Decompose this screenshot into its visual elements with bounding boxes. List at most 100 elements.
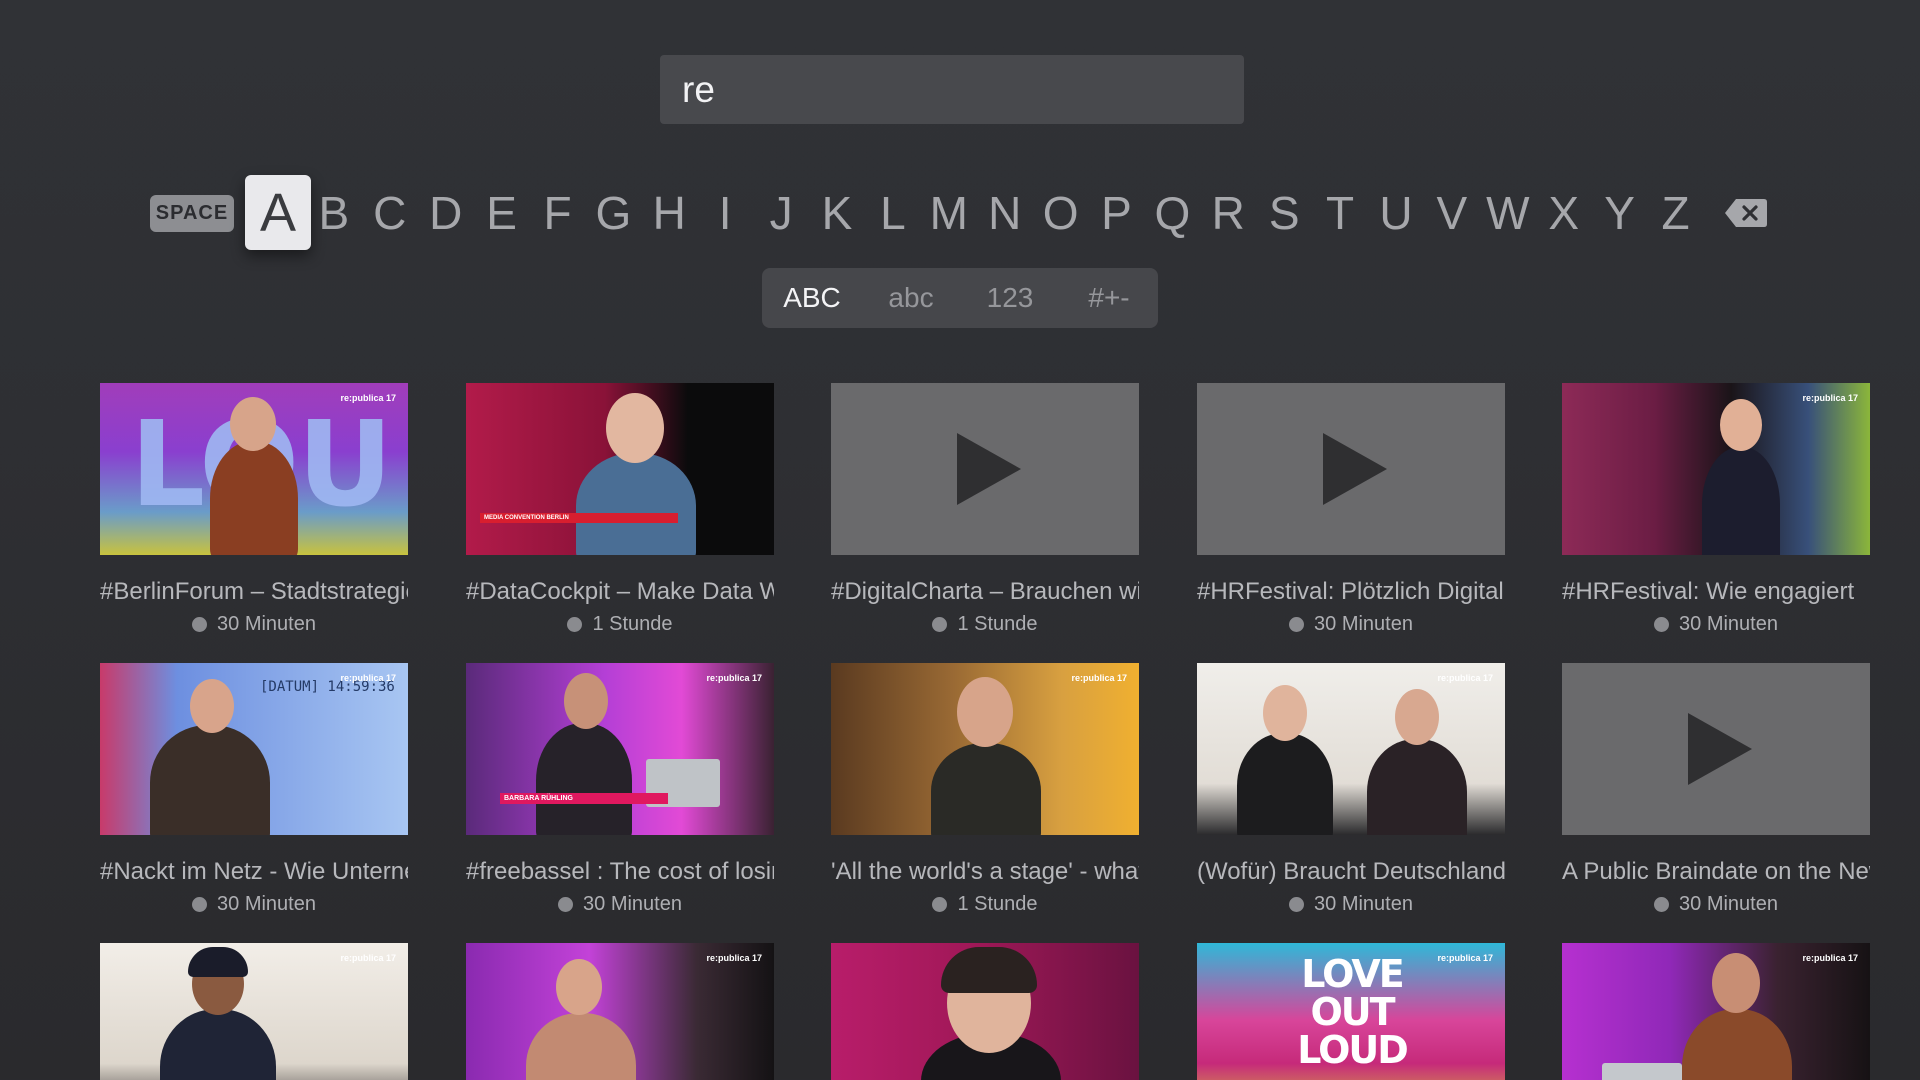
- key-t[interactable]: T: [1312, 175, 1368, 250]
- status-dot-icon: [558, 897, 574, 912]
- key-m[interactable]: M: [921, 175, 977, 250]
- key-c[interactable]: C: [362, 175, 418, 250]
- key-f[interactable]: F: [530, 175, 586, 250]
- status-dot-icon: [567, 617, 583, 632]
- republica-logo: re:publica 17: [1437, 673, 1493, 683]
- key-l[interactable]: L: [865, 175, 921, 250]
- key-v[interactable]: V: [1424, 175, 1480, 250]
- play-icon: [957, 433, 1021, 505]
- result-title: #Nackt im Netz - Wie Unternehmen: [100, 858, 408, 885]
- status-dot-icon: [1654, 897, 1670, 912]
- space-key[interactable]: SPACE: [150, 195, 234, 232]
- thumbnail-placeholder: [1562, 663, 1870, 835]
- key-q[interactable]: Q: [1144, 175, 1200, 250]
- key-i[interactable]: I: [697, 175, 753, 250]
- result-duration: 30 Minuten: [1314, 893, 1413, 915]
- status-dot-icon: [1654, 617, 1670, 632]
- status-dot-icon: [932, 897, 948, 912]
- onscreen-keyboard: SPACE ABCDEFGHIJKLMNOPQRSTUVWXYZ: [150, 175, 1770, 250]
- result-duration: 1 Stunde: [957, 613, 1038, 635]
- thumbnail-image: [831, 943, 1139, 1080]
- key-y[interactable]: Y: [1592, 175, 1648, 250]
- result-meta: 30 Minuten: [1197, 893, 1505, 916]
- thumbnail-image: re:publica 17: [1562, 943, 1870, 1080]
- key-b[interactable]: B: [306, 175, 362, 250]
- status-dot-icon: [1289, 897, 1305, 912]
- key-s[interactable]: S: [1256, 175, 1312, 250]
- key-k[interactable]: K: [809, 175, 865, 250]
- status-dot-icon: [932, 617, 948, 632]
- result-duration: 30 Minuten: [1314, 613, 1413, 635]
- republica-logo: re:publica 17: [706, 953, 762, 963]
- result-meta: 1 Stunde: [831, 893, 1139, 916]
- result-duration: 30 Minuten: [217, 613, 316, 635]
- result-meta: 1 Stunde: [466, 613, 774, 636]
- key-j[interactable]: J: [753, 175, 809, 250]
- result-duration: 1 Stunde: [592, 613, 673, 635]
- key-u[interactable]: U: [1368, 175, 1424, 250]
- thumbnail-image: re:publica 17: [1197, 663, 1505, 835]
- result-title: 'All the world's a stage' - what: [831, 858, 1139, 885]
- search-query-text: re: [682, 68, 715, 110]
- thumbnail-image: LOUre:publica 17: [100, 383, 408, 555]
- result-meta: 1 Stunde: [831, 613, 1139, 636]
- result-title: #freebassel : The cost of losing: [466, 858, 774, 885]
- key-g[interactable]: G: [585, 175, 641, 250]
- result-duration: 1 Stunde: [957, 893, 1038, 915]
- delete-icon[interactable]: [1724, 197, 1768, 229]
- result-title: #HRFestival: Plötzlich Digital: [1197, 578, 1504, 605]
- thumbnail-placeholder: [1197, 383, 1505, 555]
- status-dot-icon: [192, 897, 208, 912]
- key-z[interactable]: Z: [1648, 175, 1704, 250]
- thumbnail-image: re:publica 17: [100, 943, 408, 1080]
- thumbnail-image: re:publica 17: [831, 663, 1139, 835]
- result-title: (Wofür) Braucht Deutschland: [1197, 858, 1505, 885]
- result-meta: 30 Minuten: [466, 893, 774, 916]
- key-w[interactable]: W: [1480, 175, 1536, 250]
- status-dot-icon: [1289, 617, 1305, 632]
- result-meta: 30 Minuten: [1562, 893, 1870, 916]
- result-title: A Public Braindate on the New: [1562, 858, 1870, 885]
- result-title: #DigitalCharta – Brauchen wir: [831, 578, 1139, 605]
- thumbnail-placeholder: [831, 383, 1139, 555]
- republica-logo: re:publica 17: [340, 673, 396, 683]
- key-p[interactable]: P: [1089, 175, 1145, 250]
- thumbnail-image: BARBARA RÜHLING re:publica 17: [466, 663, 774, 835]
- key-r[interactable]: R: [1200, 175, 1256, 250]
- mode-option-1[interactable]: abc: [861, 268, 961, 328]
- result-meta: 30 Minuten: [1562, 613, 1870, 636]
- result-meta: 30 Minuten: [100, 893, 408, 916]
- thumbnail-image: [DATUM] 14:59:36 re:publica 17: [100, 663, 408, 835]
- republica-logo: re:publica 17: [340, 393, 396, 403]
- republica-logo: re:publica 17: [340, 953, 396, 963]
- result-duration: 30 Minuten: [1679, 613, 1778, 635]
- result-title: #HRFestival: Wie engagiert: [1562, 578, 1855, 605]
- key-d[interactable]: D: [418, 175, 474, 250]
- republica-logo: re:publica 17: [1437, 953, 1493, 963]
- result-title: #BerlinForum – Stadtstrategien: [100, 578, 408, 605]
- key-o[interactable]: O: [1033, 175, 1089, 250]
- search-input[interactable]: re: [660, 55, 1244, 124]
- mode-option-2[interactable]: 123: [960, 268, 1060, 328]
- key-e[interactable]: E: [474, 175, 530, 250]
- play-icon: [1688, 713, 1752, 785]
- thumbnail-image: LOVE OUT LOUD re:publica 17: [1197, 943, 1505, 1080]
- key-n[interactable]: N: [977, 175, 1033, 250]
- result-meta: 30 Minuten: [1197, 613, 1505, 636]
- republica-logo: re:publica 17: [1802, 953, 1858, 963]
- thumbnail-image: MEDIA CONVENTION BERLIN: [466, 383, 774, 555]
- status-dot-icon: [192, 617, 208, 632]
- play-icon: [1323, 433, 1387, 505]
- key-a[interactable]: A: [245, 175, 311, 250]
- thumbnail-image: re:publica 17: [1562, 383, 1870, 555]
- result-title: #DataCockpit – Make Data Work: [466, 578, 774, 605]
- mode-option-0[interactable]: ABC: [762, 268, 862, 328]
- republica-logo: re:publica 17: [1802, 393, 1858, 403]
- result-meta: 30 Minuten: [100, 613, 408, 636]
- mode-option-3[interactable]: #+-: [1059, 268, 1159, 328]
- key-x[interactable]: X: [1536, 175, 1592, 250]
- republica-logo: re:publica 17: [1071, 673, 1127, 683]
- result-duration: 30 Minuten: [583, 893, 682, 915]
- republica-logo: re:publica 17: [706, 673, 762, 683]
- key-h[interactable]: H: [641, 175, 697, 250]
